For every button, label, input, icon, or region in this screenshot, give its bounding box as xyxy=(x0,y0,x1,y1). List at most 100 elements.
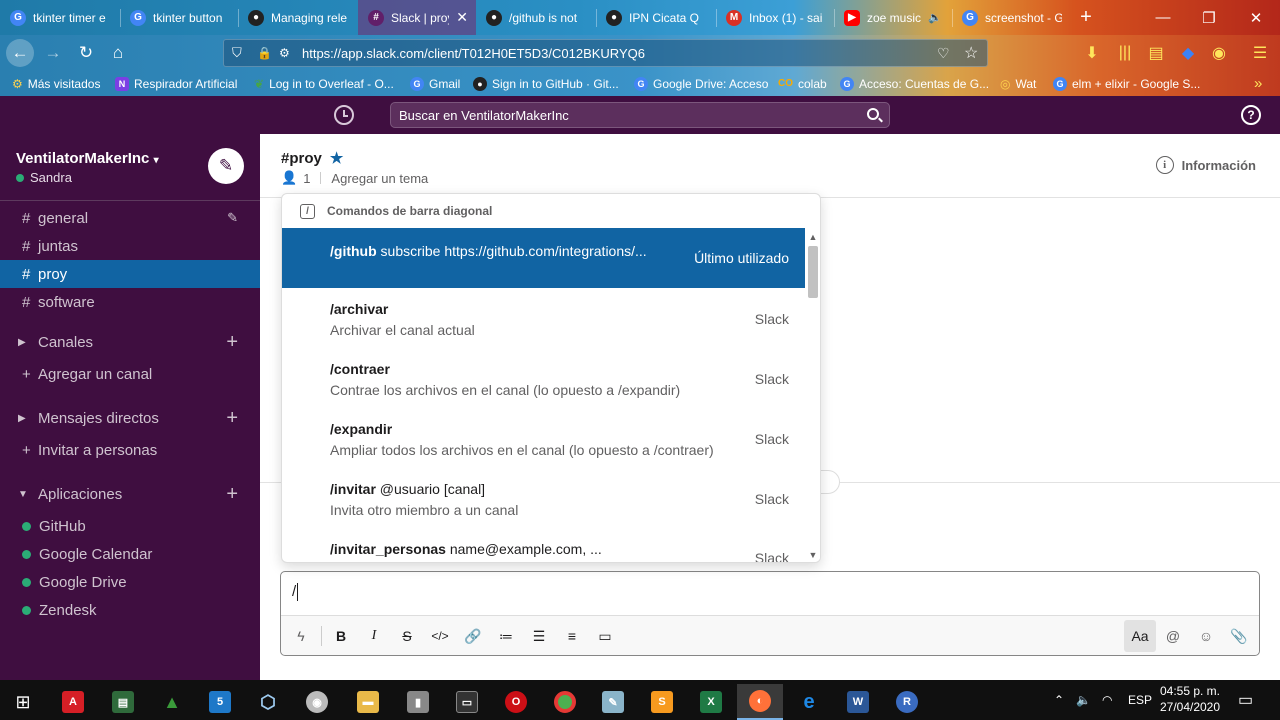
more-bookmarks-icon[interactable]: » xyxy=(1254,71,1262,96)
workspace-name[interactable]: VentilatorMakerInc ▾ xyxy=(16,150,159,167)
bookmark-item[interactable]: CO colab xyxy=(778,71,827,96)
channel-name[interactable]: #proy ★ xyxy=(281,149,343,168)
bookmark-item[interactable]: ● Sign in to GitHub · Git... xyxy=(473,71,619,96)
taskbar-app[interactable]: O xyxy=(493,684,539,720)
browser-tab-active[interactable]: # Slack | proy ✕ xyxy=(358,0,476,35)
invite-people-button[interactable]: + Invitar a personas xyxy=(0,436,260,464)
browser-tab[interactable]: M Inbox (1) - sai xyxy=(716,0,834,35)
forward-arrow-icon[interactable]: → xyxy=(39,39,67,67)
new-tab-button[interactable]: + xyxy=(1066,0,1106,35)
sidebar-item-general[interactable]: # general ✎ xyxy=(0,204,260,232)
wifi-icon[interactable]: ◠ xyxy=(1102,680,1112,720)
browser-tab[interactable]: ● /github is not xyxy=(476,0,596,35)
taskbar-app[interactable]: X xyxy=(688,684,734,720)
command-item[interactable]: /invitar_personas name@example.com, ... … xyxy=(282,528,805,562)
link-icon[interactable]: 🔗 xyxy=(460,624,486,648)
scroll-down-icon[interactable]: ▼ xyxy=(805,548,820,562)
attachment-icon[interactable]: 📎 xyxy=(1226,624,1252,648)
bookmark-star-icon[interactable]: ☆ xyxy=(964,43,978,63)
command-item[interactable]: /github subscribe https://github.com/int… xyxy=(282,228,805,288)
taskbar-app[interactable]: R xyxy=(884,684,930,720)
command-item[interactable]: /invitar @usuario [canal] Invita otro mi… xyxy=(282,468,805,528)
pocket-icon[interactable]: ♡ xyxy=(937,45,950,62)
taskbar-app[interactable]: S xyxy=(639,684,685,720)
sidebar-item-juntas[interactable]: # juntas xyxy=(0,232,260,260)
formatting-toggle-icon[interactable]: Aa xyxy=(1124,620,1156,652)
command-item[interactable]: /archivar Archivar el canal actual Slack xyxy=(282,288,805,348)
italic-icon[interactable]: I xyxy=(361,624,387,648)
compose-button[interactable]: ✎ xyxy=(208,148,244,184)
reload-icon[interactable]: ↻ xyxy=(72,39,100,67)
bulleted-list-icon[interactable]: ☰ xyxy=(526,624,552,648)
command-item[interactable]: /expandir Ampliar todos los archivos en … xyxy=(282,408,805,468)
message-composer[interactable]: / ϟ B I S </> 🔗 ≔ ☰ ≡ ▭ Aa @ ☺ 📎 xyxy=(280,571,1260,656)
bold-icon[interactable]: B xyxy=(328,624,354,648)
pencil-icon[interactable]: ✎ xyxy=(227,210,238,226)
section-apps[interactable]: ▼ Aplicaciones + xyxy=(0,480,260,508)
browser-tab[interactable]: ● IPN Cicata Q xyxy=(596,0,716,35)
sidebar-app-google-calendar[interactable]: Google Calendar xyxy=(0,540,260,568)
strikethrough-icon[interactable]: S xyxy=(394,624,420,648)
account-icon[interactable]: ◉ xyxy=(1208,42,1230,64)
ordered-list-icon[interactable]: ≔ xyxy=(493,624,519,648)
member-count[interactable]: 1 xyxy=(303,171,310,186)
back-arrow-icon[interactable]: ← xyxy=(6,39,34,67)
mention-icon[interactable]: @ xyxy=(1160,624,1186,648)
sidebar-icon[interactable]: ▤ xyxy=(1145,42,1167,64)
browser-tab[interactable]: G tkinter timer e xyxy=(0,0,120,35)
scroll-up-icon[interactable]: ▲ xyxy=(805,230,820,244)
message-input[interactable]: / xyxy=(292,583,299,602)
browser-tab[interactable]: ▶ zoe music 🔈 xyxy=(834,0,952,35)
taskbar-app[interactable]: ▮ xyxy=(395,684,441,720)
speaker-icon[interactable]: 🔈 xyxy=(1076,680,1091,720)
help-icon[interactable]: ? xyxy=(1241,105,1261,125)
sidebar-app-google-drive[interactable]: Google Drive xyxy=(0,568,260,596)
browser-tab[interactable]: G tkinter button xyxy=(120,0,238,35)
plus-icon[interactable]: + xyxy=(226,407,238,430)
command-item[interactable]: /contraer Contrae los archivos en el can… xyxy=(282,348,805,408)
taskbar-app[interactable]: 5 xyxy=(197,684,243,720)
taskbar-app[interactable] xyxy=(542,684,588,720)
language-indicator[interactable]: ESP xyxy=(1128,680,1152,720)
taskbar-app-active[interactable]: ◐ xyxy=(737,684,783,720)
browser-tab[interactable]: G screenshot - G xyxy=(952,0,1070,35)
user-status[interactable]: Sandra xyxy=(16,170,72,185)
url-bar[interactable]: ⛉ 🔒 ⚙ https://app.slack.com/client/T012H… xyxy=(223,39,988,67)
plus-icon[interactable]: + xyxy=(226,331,238,354)
bookmark-item[interactable]: ◎ Wat xyxy=(1000,71,1036,96)
menu-icon[interactable]: ☰ xyxy=(1249,42,1271,64)
star-icon[interactable]: ★ xyxy=(330,149,343,167)
section-direct-messages[interactable]: ▶ Mensajes directos + xyxy=(0,404,260,432)
taskbar-app[interactable]: ▬ xyxy=(345,684,391,720)
bookmark-item[interactable]: G Acceso: Cuentas de G... xyxy=(840,71,989,96)
add-channel-button[interactable]: + Agregar un canal xyxy=(0,360,260,388)
sidebar-app-zendesk[interactable]: Zendesk xyxy=(0,596,260,624)
taskbar-app[interactable]: ◉ xyxy=(294,684,340,720)
add-topic-link[interactable]: Agregar un tema xyxy=(331,171,428,186)
download-icon[interactable]: ⬇ xyxy=(1081,42,1103,64)
blockquote-icon[interactable]: ≡ xyxy=(559,624,585,648)
bookmark-item[interactable]: G Gmail xyxy=(410,71,460,96)
code-block-icon[interactable]: ▭ xyxy=(592,624,618,648)
bookmark-item[interactable]: N Respirador Artificial xyxy=(115,71,237,96)
taskbar-app[interactable]: ✎ xyxy=(590,684,636,720)
bookmark-item[interactable]: G Google Drive: Acceso xyxy=(634,71,768,96)
close-tab-icon[interactable]: ✕ xyxy=(456,9,468,26)
bookmark-item[interactable]: G elm + elixir - Google S... xyxy=(1053,71,1200,96)
scroll-thumb[interactable] xyxy=(808,246,818,298)
taskbar-app[interactable]: ⬡ xyxy=(245,684,291,720)
sidebar-item-proy[interactable]: # proy xyxy=(0,260,260,288)
bookmark-item[interactable]: ❦ Log in to Overleaf - O... xyxy=(254,71,394,96)
speaker-icon[interactable]: 🔈 xyxy=(928,11,942,24)
minimize-window-button[interactable]: — xyxy=(1140,0,1186,35)
browser-tab[interactable]: ● Managing rele xyxy=(238,0,358,35)
sidebar-app-github[interactable]: GitHub xyxy=(0,512,260,540)
taskbar-app[interactable]: ▲ xyxy=(149,684,195,720)
extension-icon[interactable]: ◆ xyxy=(1177,42,1199,64)
sidebar-item-software[interactable]: # software xyxy=(0,288,260,316)
search-input[interactable]: Buscar en VentilatorMakerInc xyxy=(390,102,890,128)
taskbar-app[interactable]: W xyxy=(835,684,881,720)
taskbar-app[interactable]: e xyxy=(786,684,832,720)
taskbar-app[interactable]: ▭ xyxy=(444,684,490,720)
permissions-icon[interactable]: ⚙ xyxy=(279,46,290,60)
